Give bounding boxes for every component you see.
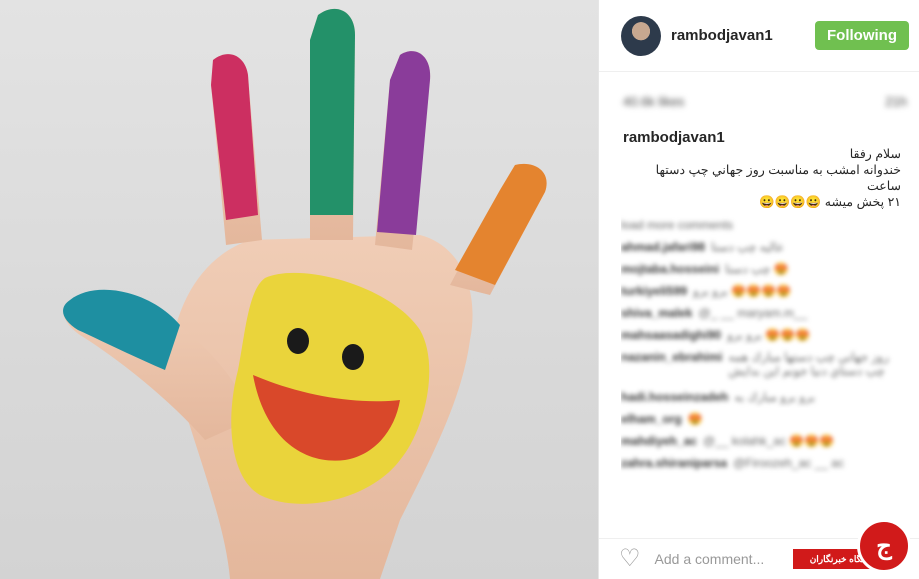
comment-username[interactable]: elham_org — [621, 412, 682, 426]
watermark-circle: ج — [857, 519, 911, 573]
comment-text: 😍 — [687, 412, 703, 426]
add-comment-input[interactable]: Add a comment... — [655, 551, 765, 567]
caption-username[interactable]: rambodjavan1 — [623, 130, 901, 146]
likes-count[interactable]: 40.6k likes — [623, 94, 684, 109]
comment-text: @Firoozeh_ac __ ac — [733, 456, 844, 470]
post-side-panel: rambodjavan1 Following 40.6k likes 21h r… — [598, 0, 919, 579]
comment-row: mojtaba.hosseini چپ دستا 😍 — [621, 258, 909, 280]
load-more-comments[interactable]: load more comments — [621, 214, 909, 236]
post-username[interactable]: rambodjavan1 — [671, 27, 815, 44]
post-time[interactable]: 21h — [885, 94, 907, 109]
comment-username[interactable]: mahdiyeh_ac — [621, 434, 697, 448]
comment-username[interactable]: mojtaba.hosseini — [621, 262, 719, 276]
comment-row: mahdiyeh_ac @__ kolahk_ac 😍😍😍 — [621, 430, 909, 452]
post-meta: 40.6k likes 21h — [599, 72, 919, 130]
post-photo — [0, 0, 598, 579]
comment-username[interactable]: shiva_malek — [621, 306, 692, 320]
comment-text: چپ دستا 😍 — [725, 262, 789, 276]
comment-username[interactable]: turkiyeli599 — [621, 284, 687, 298]
heart-icon[interactable]: ♡ — [619, 547, 641, 571]
comment-row: shiva_malek @_ __ maryam.m__ — [621, 302, 909, 324]
caption-line-1: سلام رفقا — [849, 147, 901, 161]
comment-username[interactable]: hadi.hosseinzadeh — [621, 390, 728, 404]
comment-row: ahmad.jafari98 عالیه چپ دستا — [621, 236, 909, 258]
comment-row: elham_org 😍 — [621, 408, 909, 430]
comment-row: turkiyeli599 برو برو 😍😍😍😍 — [621, 280, 909, 302]
comment-username[interactable]: zahra.shiraniparsa — [621, 456, 727, 470]
comment-username[interactable]: nazanin_ebrahimi — [621, 350, 722, 364]
comments-list: load more comments ahmad.jafari98 عالیه چ… — [599, 210, 919, 474]
comment-text: برو برو 😍😍😍 — [727, 328, 811, 342]
caption-line-2: خندوانه امشب به مناسبت روز جهاني چپ دسته… — [655, 163, 901, 193]
comment-username[interactable]: ahmad.jafari98 — [621, 240, 705, 254]
watermark-logo: باشگاه خبرنگاران ج — [793, 519, 911, 575]
comment-text: @_ __ maryam.m__ — [698, 306, 808, 320]
comment-text: روز جهاني چپ دستها مبارك همه چپ دستاي دن… — [728, 350, 889, 378]
comment-username[interactable]: mahsaasadighi90 — [621, 328, 721, 342]
caption-line-3: ۲۱ پخش میشه 😀😀😀😀 — [759, 195, 901, 209]
comment-text: عالیه چپ دستا — [711, 240, 785, 254]
comment-row: mahsaasadighi90 برو برو 😍😍😍 — [621, 324, 909, 346]
comment-row: nazanin_ebrahimi روز جهاني چپ دستها مبارك… — [621, 346, 909, 386]
painted-hand-image — [63, 8, 547, 579]
following-button[interactable]: Following — [815, 21, 909, 50]
comment-text: @__ kolahk_ac 😍😍😍 — [703, 434, 835, 448]
post-header: rambodjavan1 Following — [599, 0, 919, 72]
avatar[interactable] — [621, 15, 661, 56]
post-caption: rambodjavan1 سلام رفقا خندوانه امشب به م… — [599, 130, 919, 210]
comment-text: برو برو 😍😍😍😍 — [693, 284, 792, 298]
comment-row: hadi.hosseinzadeh برو برو مبارك به — [621, 386, 909, 408]
load-more-label[interactable]: load more comments — [621, 218, 733, 232]
comment-row: zahra.shiraniparsa @Firoozeh_ac __ ac — [621, 452, 909, 474]
comment-text: برو برو مبارك به — [734, 390, 816, 404]
